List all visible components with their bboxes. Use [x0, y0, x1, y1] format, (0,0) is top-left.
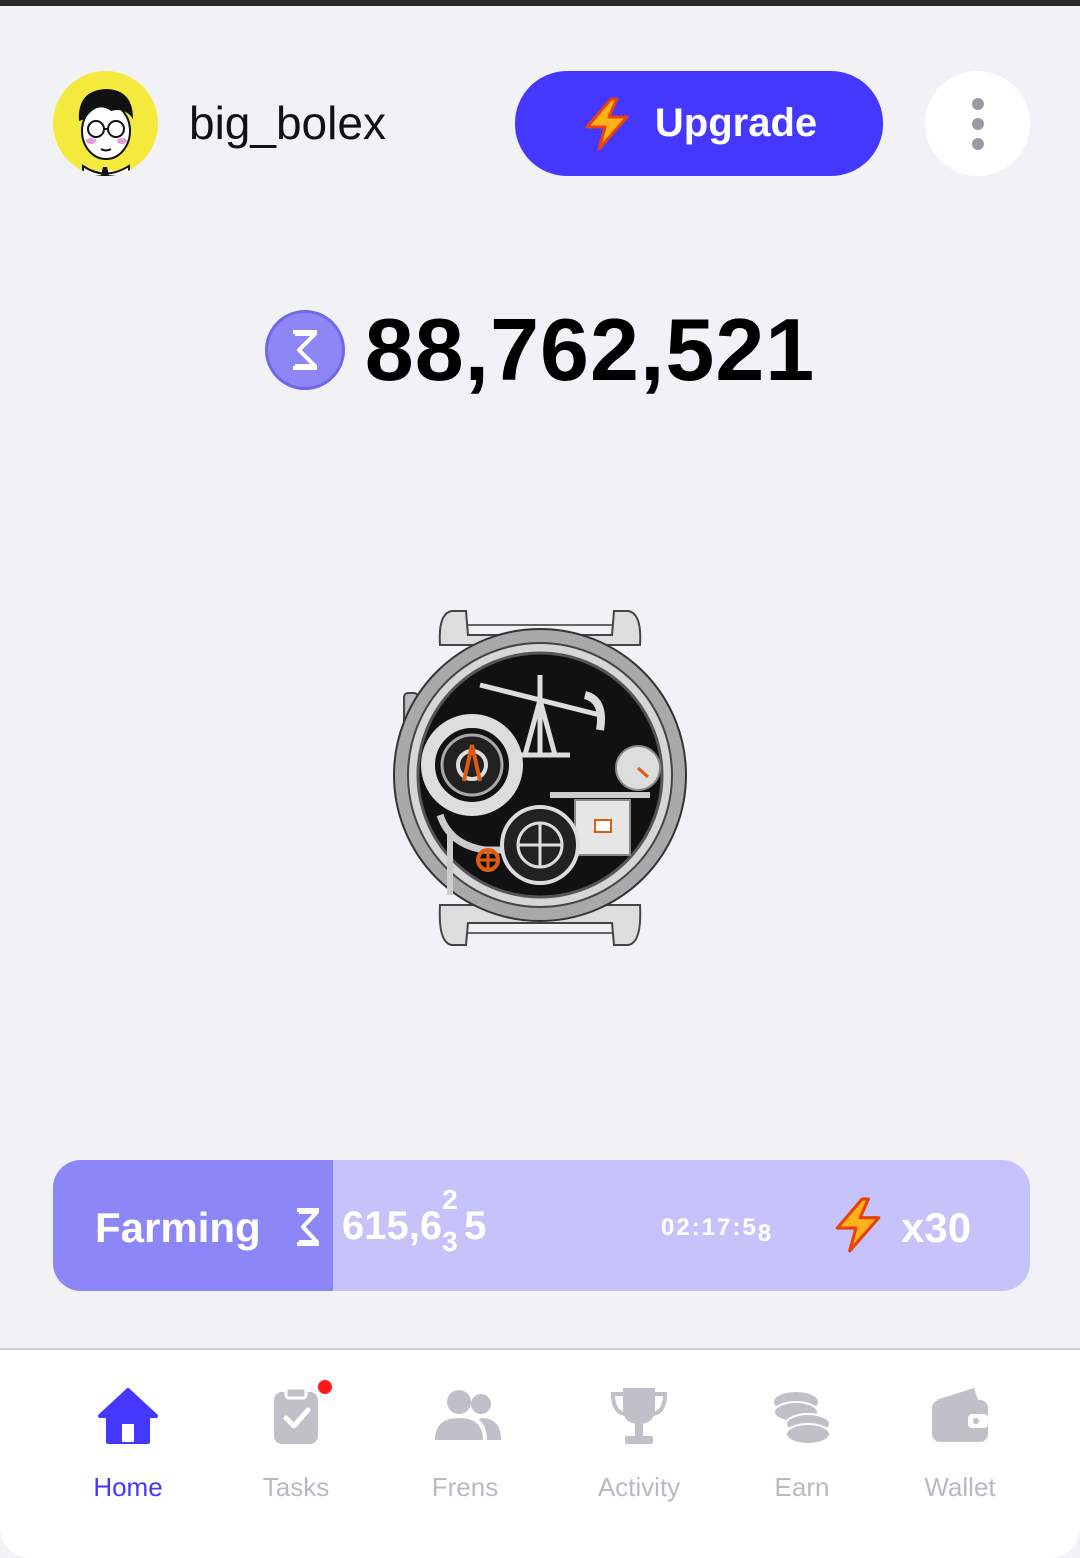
farming-label: Farming: [95, 1204, 261, 1251]
balance-amount: 88,762,521: [364, 300, 816, 399]
upgrade-button[interactable]: Upgrade: [515, 71, 883, 176]
nav-item-tasks[interactable]: Tasks: [221, 1378, 371, 1503]
bottom-navigation: Home Tasks Frens Activity Earn Wallet: [0, 1348, 1080, 1558]
dot-icon: [971, 117, 984, 130]
farming-timer-last: 8: [757, 1220, 774, 1247]
farming-multiplier: x30: [901, 1204, 972, 1251]
dot-icon: [971, 137, 984, 150]
top-edge: [0, 0, 1080, 6]
farming-amount: 615,6 2 3 5: [342, 1184, 487, 1257]
farming-amount-main: 615,6: [342, 1204, 443, 1248]
more-options-button[interactable]: [925, 71, 1030, 176]
nav-label-activity: Activity: [597, 1472, 681, 1502]
nav-label-home: Home: [93, 1472, 163, 1502]
nav-item-wallet[interactable]: Wallet: [885, 1384, 1035, 1503]
nav-item-earn[interactable]: Earn: [727, 1384, 877, 1503]
username: big_bolex: [189, 97, 386, 149]
trophy-icon: [607, 1384, 671, 1448]
lightning-bolt-icon: [585, 97, 629, 150]
nav-item-activity[interactable]: Activity: [564, 1384, 714, 1503]
friends-icon: [433, 1384, 501, 1448]
nav-label-earn: Earn: [774, 1472, 830, 1502]
avatar[interactable]: [53, 71, 158, 176]
hourglass-token-icon: [297, 1208, 319, 1246]
tasks-clipboard-icon: [264, 1378, 334, 1448]
upgrade-label: Upgrade: [654, 101, 818, 145]
watch-illustration[interactable]: [390, 605, 690, 950]
home-icon: [96, 1384, 160, 1448]
nav-item-frens[interactable]: Frens: [390, 1384, 540, 1503]
nav-label-wallet: Wallet: [924, 1472, 996, 1502]
dot-icon: [971, 97, 984, 110]
farming-amount-tail: 5: [464, 1204, 487, 1248]
farming-timer-main: 02:17:5: [661, 1214, 758, 1241]
farming-amount-roll-bottom: 3: [442, 1226, 458, 1257]
balance-row: 88,762,521: [0, 300, 1080, 400]
nav-label-tasks: Tasks: [262, 1472, 330, 1502]
coins-icon: [770, 1384, 834, 1448]
nav-item-home[interactable]: Home: [53, 1384, 203, 1503]
nav-label-frens: Frens: [431, 1472, 499, 1502]
farming-amount-roll-top: 2: [442, 1184, 458, 1215]
hourglass-token-icon: [264, 310, 345, 390]
farming-bar[interactable]: Farming 615,6 2 3 5 02:17:58 x30: [53, 1160, 1030, 1291]
farming-timer: 02:17:58: [661, 1214, 773, 1247]
lightning-bolt-icon: [835, 1197, 881, 1253]
notification-badge: [316, 1378, 334, 1396]
avatar-illustration-icon: [78, 89, 133, 176]
wallet-icon: [928, 1384, 992, 1448]
